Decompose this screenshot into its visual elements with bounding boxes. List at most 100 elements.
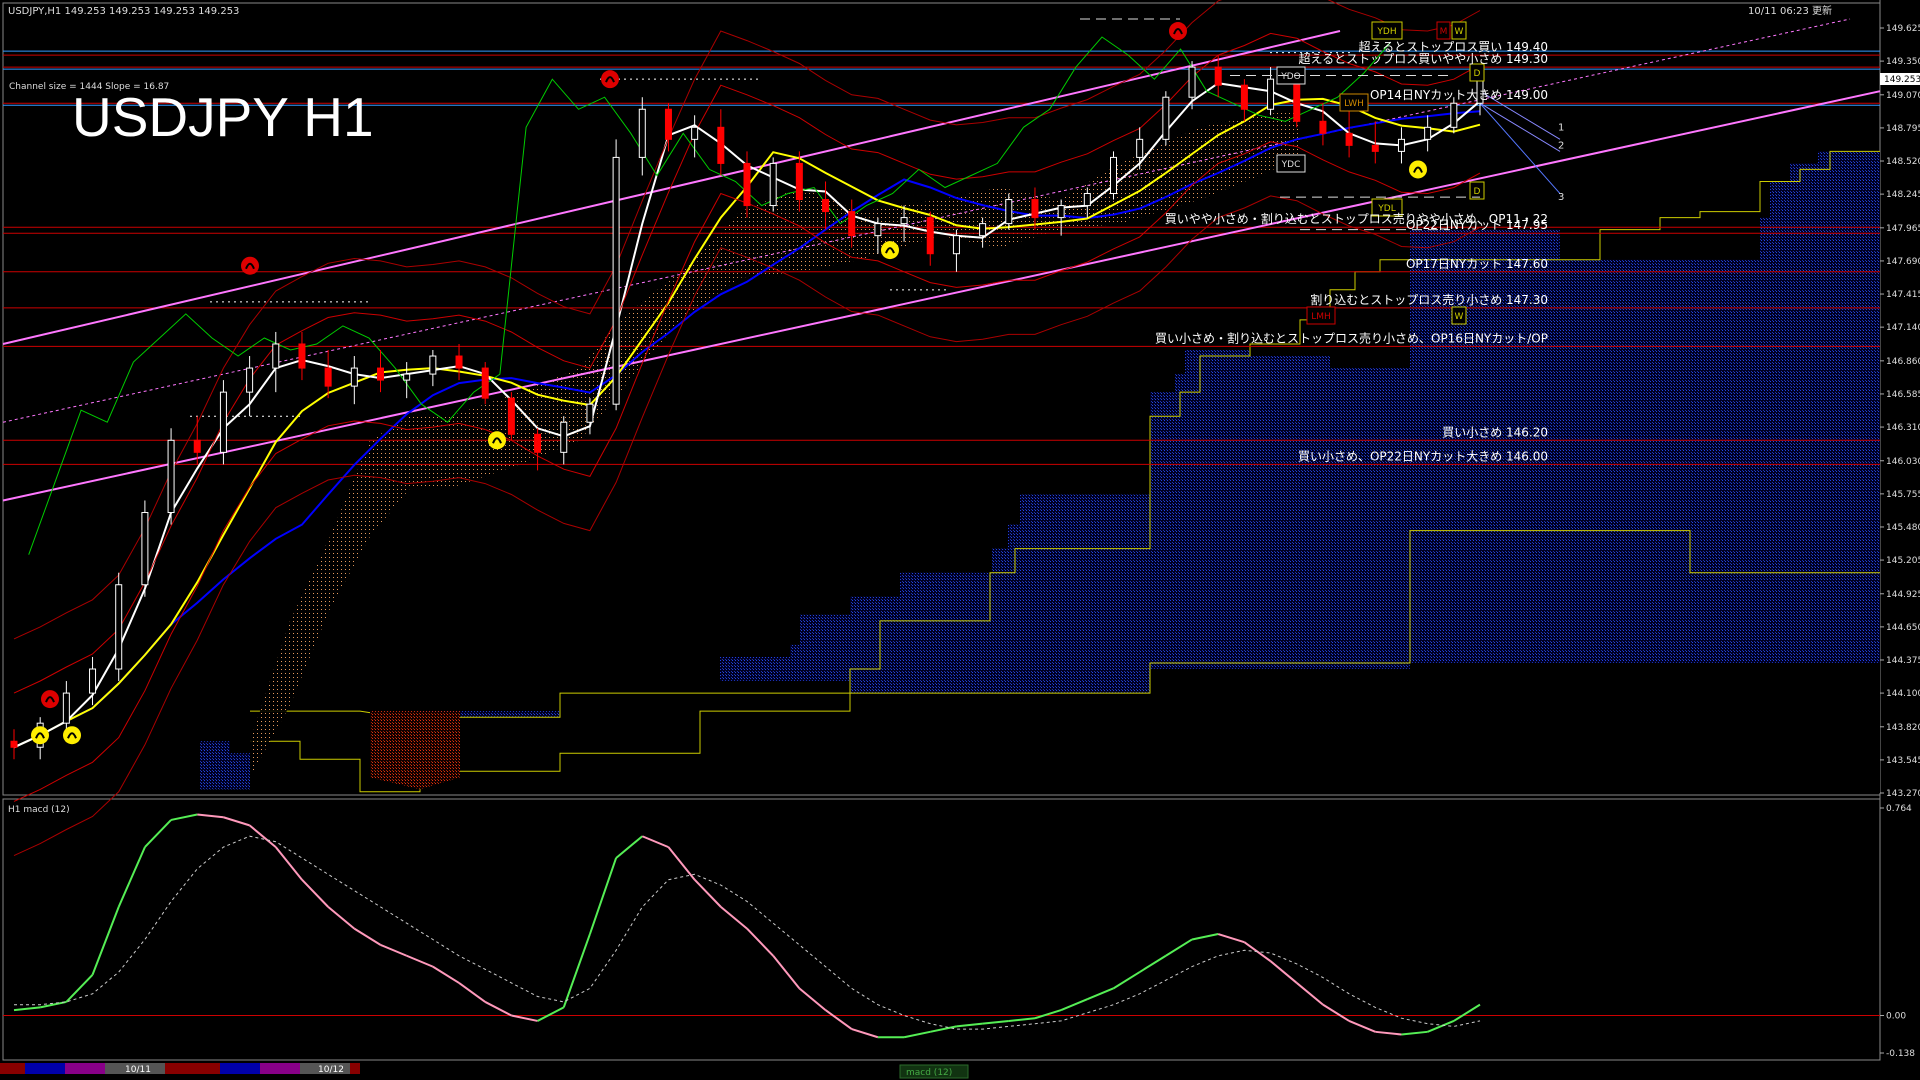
price-axis-label: 146.860 — [1886, 357, 1920, 367]
kumo-red-area — [370, 711, 460, 790]
date-label-2: 10/12 — [318, 1065, 344, 1075]
candle-body — [612, 156, 620, 405]
candle-body — [1240, 84, 1248, 110]
candle-body — [350, 367, 358, 387]
fractal-down-marker — [601, 70, 619, 89]
candle-body — [219, 391, 227, 453]
header-time: 10/11 06:23 更新 — [1748, 4, 1832, 17]
price-axis-label: 144.100 — [1886, 689, 1920, 699]
fractal-up-marker — [31, 726, 49, 745]
candle-body — [455, 355, 463, 369]
macd-axis: 0.764 0.00 -0.138 — [1880, 804, 1915, 1059]
level-box-label: LWH — [1344, 99, 1364, 109]
candle-body — [1083, 193, 1091, 207]
price-axis-label: 145.755 — [1886, 490, 1920, 500]
price-axis-label: 149.070 — [1886, 91, 1920, 101]
candle-body — [979, 223, 987, 237]
date-label-1: 10/11 — [125, 1065, 151, 1075]
candle-body — [62, 692, 70, 724]
fractal-down-marker — [241, 256, 259, 275]
candle-body — [141, 512, 149, 586]
fractal-down-marker — [41, 690, 59, 709]
price-axis-label: 149.625 — [1886, 24, 1920, 34]
price-axis-label: 146.030 — [1886, 457, 1920, 467]
price-chart[interactable]: 123 YDHYDOYDCYDLLWHLMHM WDWD 超えるとストップロス買い… — [0, 0, 1920, 1080]
level-box-label: D — [1474, 69, 1481, 79]
price-axis-label: 147.965 — [1886, 224, 1920, 234]
price-axis-label: 149.350 — [1886, 57, 1920, 67]
fractal-up-marker — [488, 431, 506, 450]
price-axis-label: 148.520 — [1886, 157, 1920, 167]
level-annotation: 割り込むとストップロス売り小さめ 147.30 — [1310, 292, 1548, 307]
macd-plot-frame — [2, 798, 1881, 1061]
price-axis-label: 143.820 — [1886, 723, 1920, 733]
level-box-label: W — [1455, 27, 1464, 37]
price-axis-label: 147.415 — [1886, 290, 1920, 300]
candle-body — [743, 162, 751, 207]
candle-body — [1267, 78, 1275, 110]
candle-body — [1424, 126, 1432, 140]
candle-body — [769, 162, 777, 207]
macd-tab[interactable]: macd (12) — [906, 1068, 952, 1078]
candle-body — [848, 211, 856, 237]
level-box-label: D — [1474, 187, 1481, 197]
price-tag: 149.253 — [1884, 75, 1920, 85]
level-annotation: OP14日NYカット大きめ 149.00 — [1370, 88, 1548, 102]
macd-axis-label: 0.00 — [1886, 1012, 1906, 1022]
level-box-label: M — [1440, 27, 1448, 37]
price-axis-label: 144.375 — [1886, 656, 1920, 666]
projection-label: 2 — [1558, 140, 1564, 151]
price-axis-label: 147.690 — [1886, 257, 1920, 267]
price-axis-label: 145.480 — [1886, 523, 1920, 533]
candle-body — [1319, 120, 1327, 134]
projection-label: 3 — [1558, 192, 1564, 203]
price-axis-label: 143.545 — [1886, 756, 1920, 766]
candle-body — [1136, 138, 1144, 158]
candle-body — [298, 343, 306, 369]
price-axis-label: 146.310 — [1886, 423, 1920, 433]
candle-body — [926, 217, 934, 255]
candle-body — [246, 367, 254, 393]
level-annotation: OP17日NYカット 147.60 — [1406, 257, 1548, 271]
candle-body — [507, 397, 515, 435]
price-axis: 149.625 149.350 149.070 148.795 148.520 148.2… — [1880, 24, 1920, 799]
fractal-up-marker — [1409, 160, 1427, 179]
candle-body — [324, 367, 332, 387]
candle-body — [193, 439, 201, 453]
candle-body — [691, 126, 699, 140]
candle-body — [1371, 144, 1379, 152]
level-box-label: LMH — [1311, 312, 1331, 322]
level-annotation: 買い小さめ 146.20 — [1442, 425, 1548, 439]
level-annotation: 超えるとストップロス買いやや小さめ 149.30 — [1299, 51, 1548, 66]
candle-body — [900, 217, 908, 225]
price-axis-label: 143.270 — [1886, 789, 1920, 799]
candle-body — [874, 223, 882, 237]
candle-body — [1214, 66, 1222, 86]
candle-body — [1188, 66, 1196, 98]
candle-body — [1005, 199, 1013, 225]
candle-body — [717, 126, 725, 164]
candle-body — [115, 584, 123, 670]
level-box-label: W — [1455, 312, 1464, 322]
candle-body — [167, 439, 175, 514]
level-box-label: YDO — [1280, 72, 1301, 82]
candle-body — [795, 162, 803, 201]
fractal-up-marker — [881, 241, 899, 260]
candle-body — [638, 108, 646, 158]
level-box-label: YDC — [1281, 160, 1301, 170]
bottom-bar: 10/11 10/12 macd (12) — [0, 1062, 1920, 1080]
candle-body — [429, 355, 437, 375]
candle-body — [952, 235, 960, 255]
header-info: USDJPY,H1 149.253 149.253 149.253 149.25… — [8, 6, 239, 17]
candle-body — [89, 668, 97, 694]
candle-body — [822, 199, 830, 213]
macd-title: H1 macd (12) — [8, 805, 70, 815]
candle-body — [377, 367, 384, 381]
price-axis-label: 144.650 — [1886, 623, 1920, 633]
candle-body — [1293, 78, 1301, 122]
price-axis-label: 144.925 — [1886, 590, 1920, 600]
projection-label: 1 — [1558, 122, 1564, 133]
candle-body — [1162, 96, 1170, 140]
candle-body — [1110, 156, 1117, 195]
candle-body — [534, 433, 542, 453]
